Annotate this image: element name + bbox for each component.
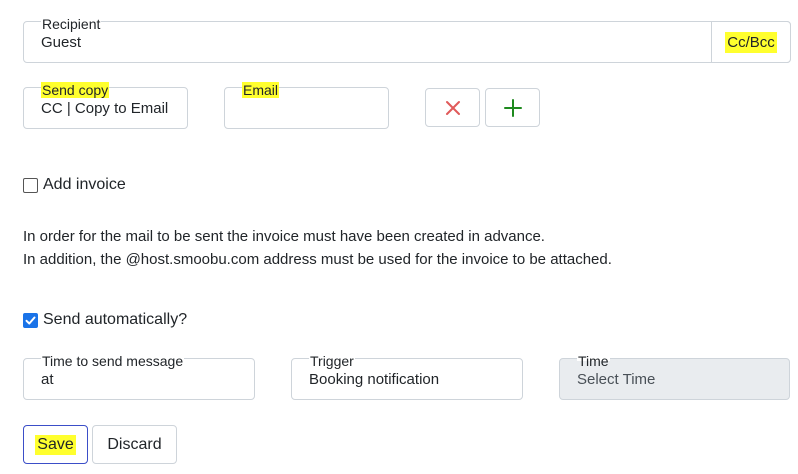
- time-to-send-value: at: [41, 371, 54, 388]
- time-placeholder: Select Time: [577, 371, 656, 388]
- recipient-label: Recipient: [41, 16, 102, 32]
- checkmark-icon: [25, 316, 36, 324]
- send-automatically-checkbox[interactable]: [23, 312, 38, 328]
- plus-icon: [503, 98, 522, 117]
- send-automatically-row[interactable]: Send automatically?: [23, 311, 187, 329]
- add-copy-button[interactable]: [485, 88, 540, 127]
- invoice-info-text: In order for the mail to be sent the inv…: [23, 225, 612, 271]
- cc-bcc-label: Cc/Bcc: [725, 31, 777, 53]
- time-select[interactable]: Time Select Time: [559, 353, 790, 400]
- trigger-label: Trigger: [309, 353, 355, 369]
- save-button-label: Save: [35, 434, 76, 455]
- time-to-send-select[interactable]: Time to send message at: [23, 353, 255, 400]
- time-to-send-label: Time to send message: [41, 353, 185, 369]
- discard-button[interactable]: Discard: [92, 425, 177, 464]
- email-template-form: Recipient Guest Cc/Bcc Send copy CC | Co…: [0, 0, 798, 474]
- time-label: Time: [577, 353, 610, 369]
- add-invoice-label: Add invoice: [43, 176, 126, 193]
- recipient-field[interactable]: Recipient Guest Cc/Bcc: [23, 16, 791, 63]
- send-copy-label: Send copy: [41, 82, 110, 98]
- recipient-value: Guest: [41, 34, 82, 51]
- save-button[interactable]: Save: [23, 425, 88, 464]
- remove-copy-button[interactable]: [425, 88, 480, 127]
- add-invoice-row[interactable]: Add invoice: [23, 176, 126, 194]
- send-copy-value: CC | Copy to Email: [41, 100, 169, 117]
- discard-button-label: Discard: [107, 435, 162, 453]
- email-label: Email: [242, 82, 280, 98]
- send-copy-select[interactable]: Send copy CC | Copy to Email: [23, 82, 188, 129]
- trigger-select[interactable]: Trigger Booking notification: [291, 353, 523, 400]
- close-icon: [445, 100, 460, 115]
- add-invoice-checkbox[interactable]: [23, 177, 38, 193]
- invoice-info-line-1: In order for the mail to be sent the inv…: [23, 228, 545, 245]
- cc-bcc-toggle[interactable]: Cc/Bcc: [711, 21, 791, 63]
- invoice-info-line-2: In addition, the @host.smoobu.com addres…: [23, 251, 612, 268]
- email-field[interactable]: Email: [224, 82, 389, 129]
- send-automatically-label: Send automatically?: [43, 311, 188, 328]
- trigger-value: Booking notification: [309, 371, 440, 388]
